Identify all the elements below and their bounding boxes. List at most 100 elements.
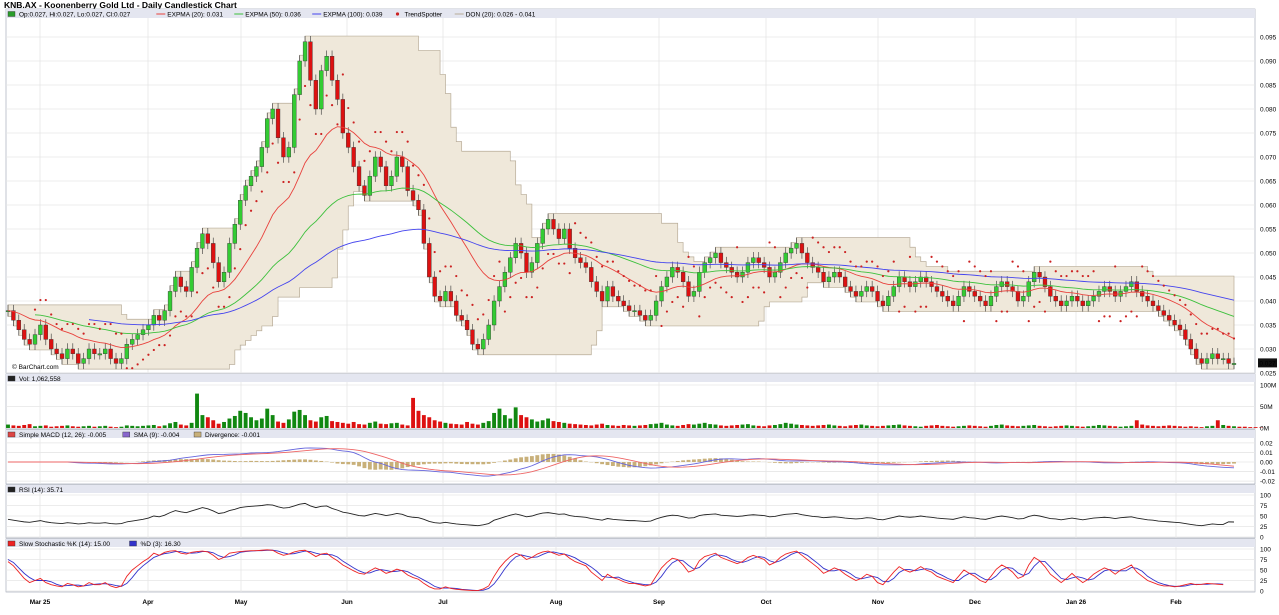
candle-body [1226, 358, 1231, 364]
macd-histogram-bar [389, 462, 394, 470]
trendspotter-dot [790, 276, 793, 280]
macd-histogram-bar [432, 462, 437, 464]
candle-body [400, 156, 405, 167]
candle-body [464, 320, 470, 331]
trendspotter-dot [1130, 310, 1133, 313]
candle-body [1188, 339, 1193, 350]
volume-bar [756, 425, 761, 428]
price-tick-label: 0.075 [1260, 131, 1277, 138]
price-tick-label: 0.085 [1260, 83, 1277, 90]
volume-bar [778, 424, 783, 428]
candle-body [999, 281, 1004, 287]
volume-bar [243, 412, 248, 428]
trendspotter-dot [120, 332, 123, 335]
volume-bar [411, 397, 416, 428]
macd-histogram-bar [508, 459, 513, 462]
candle-body [729, 267, 734, 273]
trendspotter-dot [152, 348, 155, 352]
macd-histogram-bar [691, 459, 696, 462]
rsi-legend-swatch [7, 486, 16, 493]
volume-bar [875, 426, 880, 428]
macd-histogram-bar [270, 460, 275, 462]
macd-histogram-bar [313, 460, 318, 462]
volume-bar [87, 425, 91, 428]
trendspotter-dot [374, 130, 377, 134]
volume-bar [459, 424, 464, 428]
month-label: Sep [653, 599, 665, 606]
panel-header-rsi [6, 485, 1255, 493]
trendspotter-dot [379, 130, 382, 134]
volume-bar [157, 426, 162, 428]
price-legend-swatch [395, 12, 400, 16]
candle-body [594, 281, 599, 292]
trendspotter-dot [104, 322, 107, 326]
price-legend-label: EXPMA (100): 0.039 [323, 12, 383, 19]
candle-body [540, 228, 545, 244]
candle-body [1215, 353, 1220, 359]
trendspotter-dot [1227, 332, 1230, 335]
trendspotter-dot [71, 322, 74, 326]
candle-body [794, 243, 799, 249]
macd-histogram-bar [276, 460, 280, 462]
price-tick-label: 0.065 [1260, 179, 1277, 186]
price-tick-label: 0.030 [1260, 347, 1277, 354]
candle-body [1075, 296, 1080, 302]
volume-bar [416, 410, 421, 428]
volume-bar [1080, 426, 1085, 428]
trendspotter-dot [131, 367, 134, 370]
candle-body [211, 243, 216, 263]
volume-bar [340, 422, 345, 428]
trendspotter-dot [881, 274, 885, 278]
macd-histogram-bar [265, 461, 270, 462]
candle-body [389, 175, 394, 186]
candle-body [951, 300, 956, 307]
trendspotter-dot [1195, 322, 1198, 326]
candle-body [961, 286, 967, 297]
volume-bar [443, 422, 448, 428]
trendspotter-dot [1162, 284, 1165, 287]
candle-body [832, 272, 837, 278]
trendspotter-dot [1157, 279, 1160, 282]
volume-bar [864, 425, 869, 428]
macd-histogram-bar [578, 460, 583, 462]
trendspotter-dot [908, 255, 912, 258]
macd-histogram-bar [259, 461, 264, 462]
candle-body [713, 252, 718, 259]
trendspotter-dot [941, 265, 944, 268]
trendspotter-dot [50, 313, 53, 316]
volume-bar [589, 425, 594, 428]
candle-body [697, 272, 702, 292]
trendspotter-dot [44, 298, 47, 302]
trendspotter-dot [795, 272, 798, 275]
candle-body [880, 300, 886, 307]
candle-body [32, 334, 38, 345]
price-legend-label: TrendSpotter [405, 12, 444, 19]
macd-histogram-bar [438, 462, 443, 464]
trendspotter-dot [714, 281, 717, 284]
trendspotter-dot [611, 260, 614, 263]
candle-body [805, 252, 810, 263]
volume-bar [745, 424, 750, 428]
macd-histogram-bar [303, 459, 307, 462]
volume-bar [843, 426, 848, 428]
trendspotter-dot [682, 305, 685, 308]
trendspotter-dot [1033, 305, 1036, 308]
candle-body [238, 199, 243, 225]
volume-bar [648, 424, 653, 428]
trendspotter-dot [844, 250, 847, 254]
volume-bar [924, 425, 929, 428]
trendspotter-dot [509, 296, 512, 299]
last-price-label: 0.027 [1259, 361, 1276, 368]
volume-bar [610, 425, 615, 428]
macd-histogram-bar [346, 462, 351, 465]
trendspotter-dot [293, 171, 296, 174]
trendspotter-dot [444, 265, 447, 268]
candle-body [313, 79, 318, 110]
trendspotter-dot [1232, 337, 1236, 340]
volume-bar [362, 424, 367, 428]
macd-histogram-bar [330, 462, 334, 463]
candle-body [610, 286, 616, 297]
candle-body [130, 339, 135, 345]
volume-bar [60, 425, 64, 428]
trendspotter-dot [649, 289, 652, 292]
